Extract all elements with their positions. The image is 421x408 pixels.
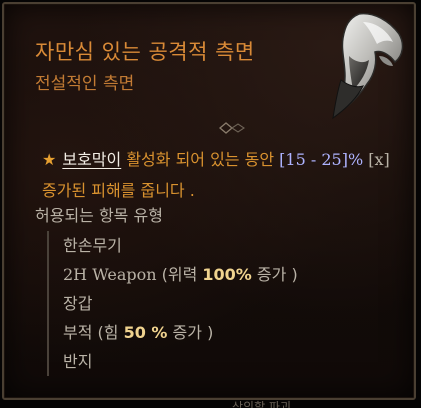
affix-text-part1: 활성화 되어 있는 동안 — [121, 150, 280, 169]
legendary-star-icon: ★ — [42, 150, 57, 169]
affix-text-part2: 증가된 피해를 줍니다 . — [42, 181, 195, 200]
allowed-type-item: 2H Weapon (위력 100% 증가 ) — [63, 260, 363, 289]
aspect-title: 자만심 있는 공격적 측면 — [35, 40, 255, 64]
allowed-type-item: 부적 (힘 50 % 증가 ) — [63, 318, 363, 347]
aspect-rarity: 전설적인 측면 — [35, 74, 135, 94]
affix-value-range: [15 - 25]% — [279, 150, 364, 169]
allowed-type-label: 한손무기 — [63, 236, 122, 255]
bonus-text: (힘 — [92, 323, 124, 342]
allowed-type-item: 한손무기 — [63, 231, 363, 260]
scythe-blade-icon — [332, 12, 404, 120]
bonus-text: 증가 ) — [251, 265, 298, 284]
ornament-divider — [34, 122, 245, 134]
allowed-type-label: 부적 — [63, 323, 93, 342]
allowed-type-label: 장갑 — [63, 294, 93, 313]
bonus-value: 100% — [202, 265, 252, 284]
allowed-type-label: 반지 — [63, 352, 93, 371]
allowed-type-label: 2H Weapon — [63, 265, 157, 284]
allowed-types-header: 허용되는 항목 유형 — [35, 206, 163, 225]
partial-background-text: 상의할 파괴 — [232, 400, 292, 408]
allowed-type-item: 반지 — [63, 347, 363, 376]
keyword-barrier-link[interactable]: 보호막이 — [62, 150, 121, 169]
allowed-types-list: 한손무기 2H Weapon (위력 100% 증가 ) 장갑 부적 (힘 50… — [47, 231, 363, 376]
legendary-aspect-tooltip: 자만심 있는 공격적 측면 전설적인 측면 ★ 보호막이 활성화 되어 있는 동… — [2, 2, 416, 400]
affix-multiplier-tag: [x] — [363, 150, 390, 169]
bonus-text: (위력 — [156, 265, 203, 284]
bonus-text: 증가 ) — [167, 323, 214, 342]
aspect-affix: ★ 보호막이 활성화 되어 있는 동안 [15 - 25]% [x] 증가된 피해… — [42, 144, 397, 206]
bonus-value: 50 % — [123, 323, 168, 342]
allowed-type-item: 장갑 — [63, 289, 363, 318]
